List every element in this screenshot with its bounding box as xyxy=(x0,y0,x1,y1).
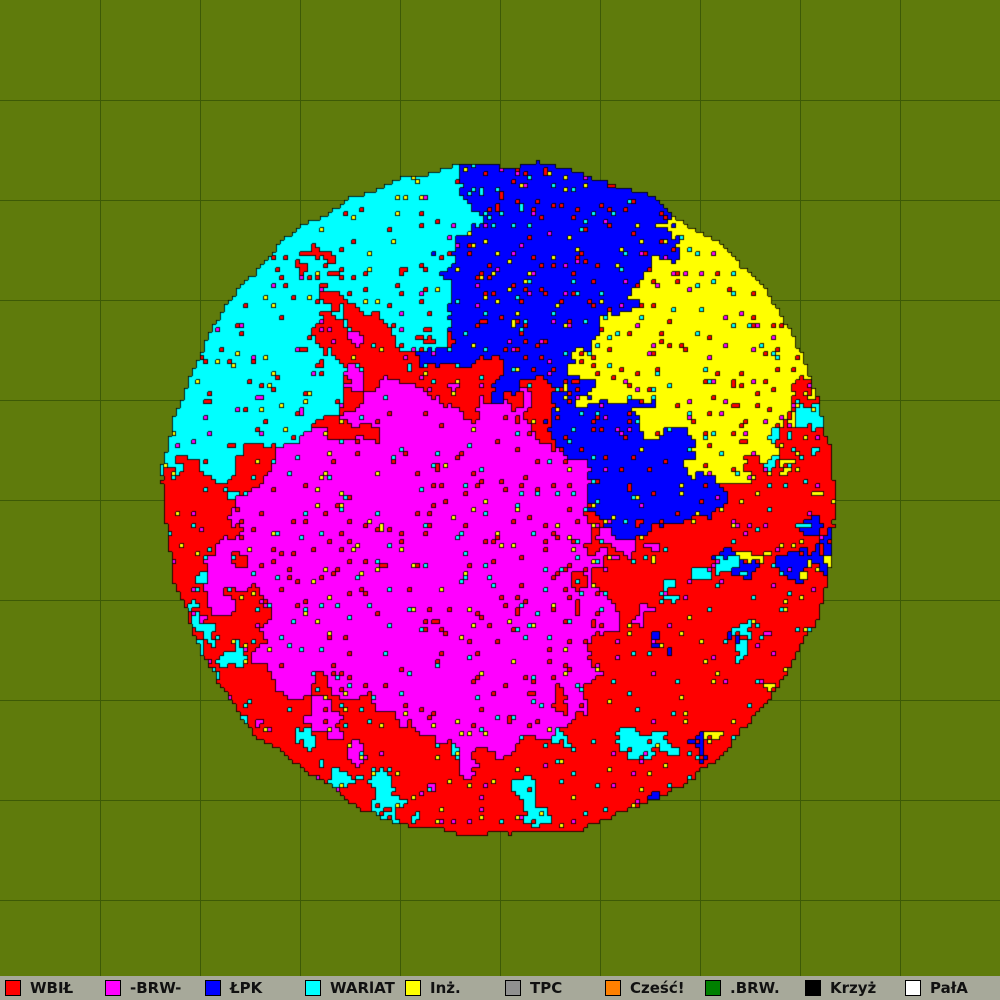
legend-item-pala: PałA xyxy=(900,976,1000,1000)
team-color-swatch xyxy=(205,980,221,996)
team-label: WBIŁ xyxy=(30,979,74,997)
team-color-swatch xyxy=(5,980,21,996)
team-label: -BRW- xyxy=(130,979,182,997)
team-label: Cześć! xyxy=(630,979,685,997)
team-legend: WBIŁ -BRW- ŁPK WARlAT Inż. TPC Cześć! .B… xyxy=(0,976,1000,1000)
territory-disc xyxy=(0,0,1000,976)
team-label: PałA xyxy=(930,979,968,997)
game-board[interactable] xyxy=(0,0,1000,976)
team-label: ŁPK xyxy=(230,979,263,997)
team-color-swatch xyxy=(805,980,821,996)
team-color-swatch xyxy=(305,980,321,996)
team-label: Krzyż xyxy=(830,979,877,997)
legend-item-krzyz: Krzyż xyxy=(800,976,900,1000)
team-color-swatch xyxy=(905,980,921,996)
legend-item-wbil: WBIŁ xyxy=(0,976,100,1000)
team-color-swatch xyxy=(705,980,721,996)
legend-item-czesc: Cześć! xyxy=(600,976,700,1000)
legend-item-lpk: ŁPK xyxy=(200,976,300,1000)
team-color-swatch xyxy=(405,980,421,996)
team-label: .BRW. xyxy=(730,979,780,997)
team-label: WARlAT xyxy=(330,979,395,997)
team-color-swatch xyxy=(105,980,121,996)
legend-item-tpc: TPC xyxy=(500,976,600,1000)
legend-item-brw: -BRW- xyxy=(100,976,200,1000)
territory-map xyxy=(0,0,1000,976)
team-label: TPC xyxy=(530,979,563,997)
legend-item-brw-dot: .BRW. xyxy=(700,976,800,1000)
team-label: Inż. xyxy=(430,979,461,997)
team-color-swatch xyxy=(505,980,521,996)
legend-item-wariat: WARlAT xyxy=(300,976,400,1000)
legend-item-inz: Inż. xyxy=(400,976,500,1000)
team-color-swatch xyxy=(605,980,621,996)
